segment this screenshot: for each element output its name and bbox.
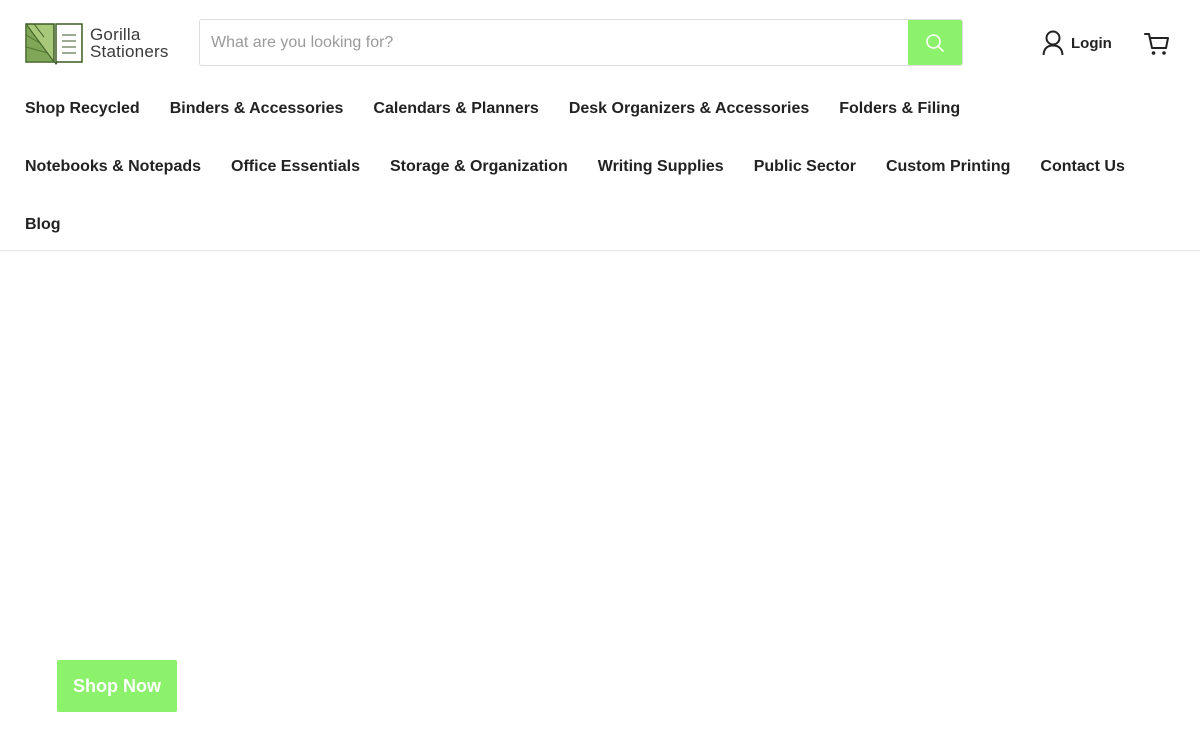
- login-link[interactable]: Login: [1042, 30, 1112, 56]
- search-input[interactable]: [200, 20, 908, 65]
- login-label: Login: [1071, 34, 1112, 52]
- site-logo[interactable]: Gorilla Stationers: [24, 20, 184, 66]
- nav-item-shop-recycled[interactable]: Shop Recycled: [25, 100, 140, 118]
- nav-item-calendars-planners[interactable]: Calendars & Planners: [373, 100, 538, 118]
- nav-item-blog[interactable]: Blog: [25, 216, 61, 234]
- search-icon: [926, 33, 944, 52]
- brand-name: Gorilla Stationers: [90, 26, 169, 60]
- nav-item-custom-printing[interactable]: Custom Printing: [886, 158, 1010, 176]
- leaf-notebook-logo-icon: [25, 23, 83, 65]
- nav-item-desk-organizers[interactable]: Desk Organizers & Accessories: [569, 100, 809, 118]
- nav-row: Blog: [25, 196, 1185, 254]
- user-icon: [1042, 30, 1064, 56]
- search-button[interactable]: [908, 20, 962, 65]
- nav-item-contact-us[interactable]: Contact Us: [1040, 158, 1124, 176]
- brand-name-line1: Gorilla: [90, 25, 141, 44]
- cart-icon: [1144, 33, 1169, 55]
- nav-item-writing-supplies[interactable]: Writing Supplies: [598, 158, 724, 176]
- nav-row: Notebooks & Notepads Office Essentials S…: [25, 138, 1185, 196]
- shop-now-button[interactable]: Shop Now: [57, 660, 177, 712]
- nav-item-folders-filing[interactable]: Folders & Filing: [839, 100, 960, 118]
- nav-item-office-essentials[interactable]: Office Essentials: [231, 158, 360, 176]
- nav-item-binders-accessories[interactable]: Binders & Accessories: [170, 100, 344, 118]
- nav-item-public-sector[interactable]: Public Sector: [754, 158, 856, 176]
- nav-item-storage-organization[interactable]: Storage & Organization: [390, 158, 568, 176]
- nav-row: Shop Recycled Binders & Accessories Cale…: [25, 80, 1185, 138]
- brand-name-line2: Stationers: [90, 42, 169, 61]
- search-bar: [199, 19, 963, 66]
- main-navigation: Shop Recycled Binders & Accessories Cale…: [25, 80, 1185, 254]
- cart-button[interactable]: [1143, 30, 1171, 58]
- nav-item-notebooks-notepads[interactable]: Notebooks & Notepads: [25, 158, 201, 176]
- site-header: Gorilla Stationers Login Shop Recycled: [0, 0, 1200, 251]
